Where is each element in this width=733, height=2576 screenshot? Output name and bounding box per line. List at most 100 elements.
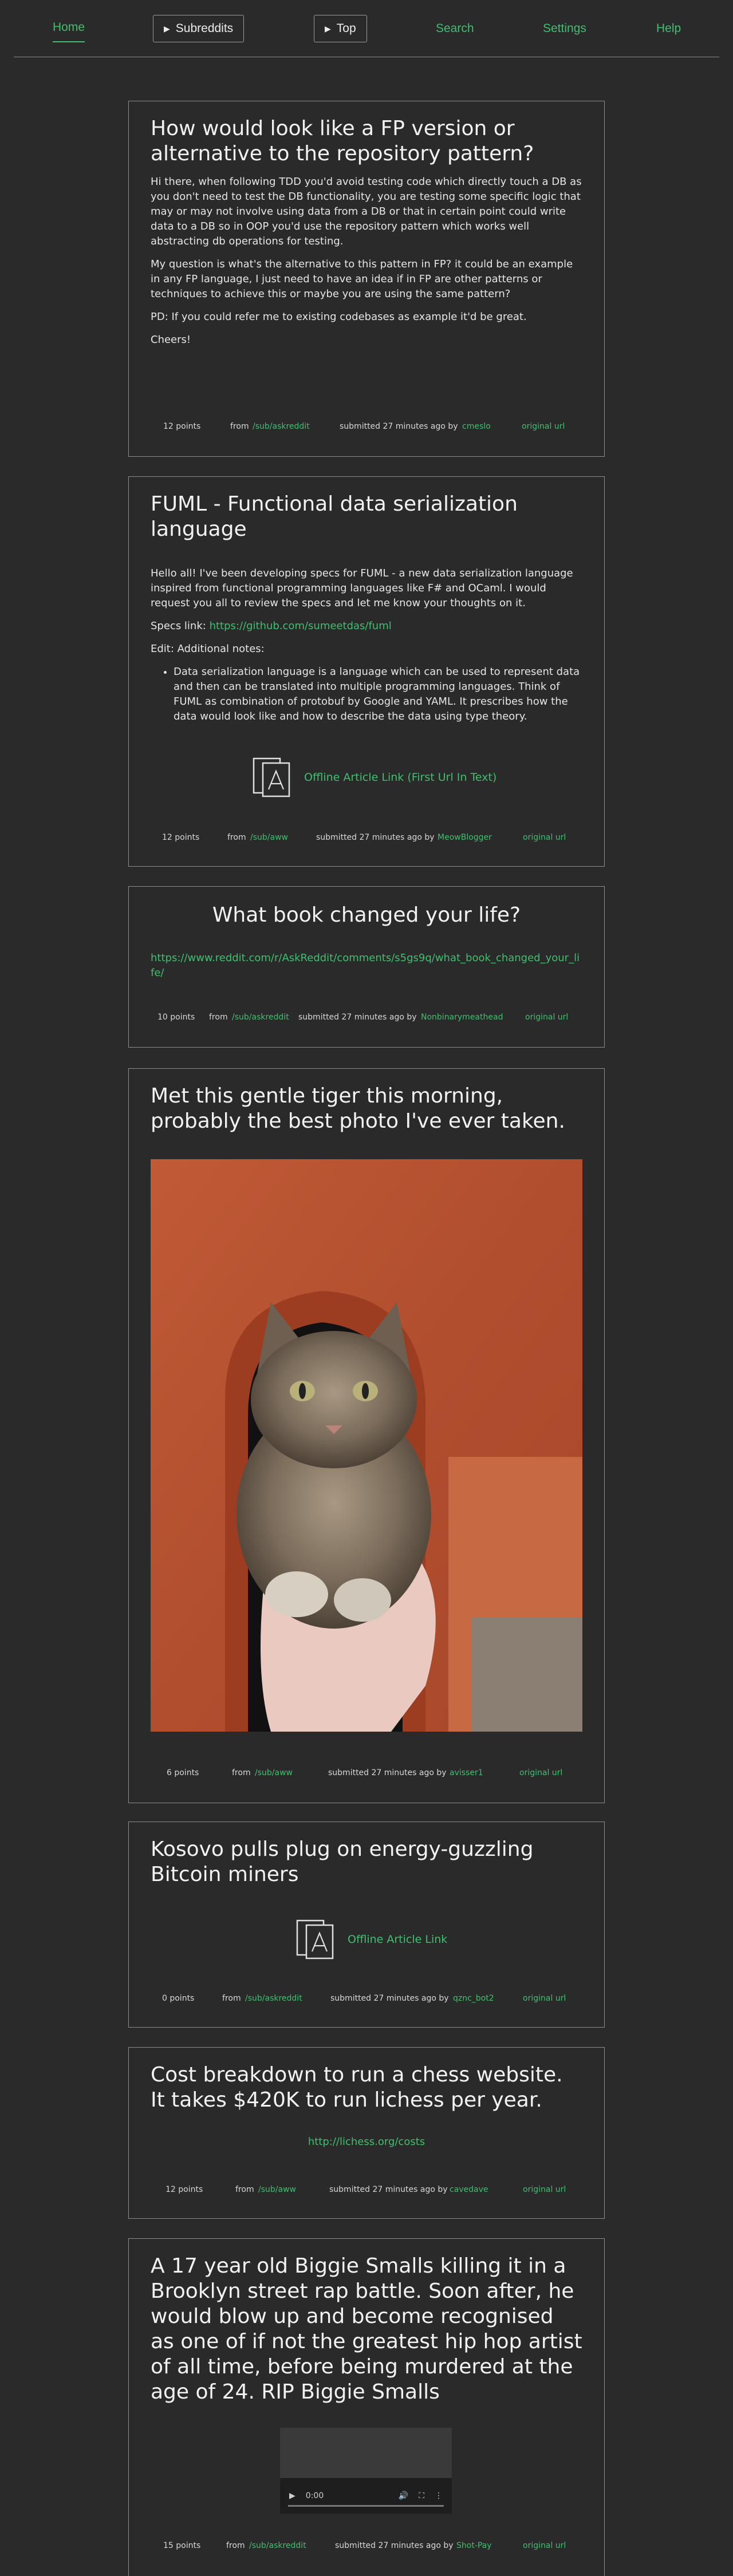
post-paragraph: Hi there, when following TDD you'd avoid… (151, 176, 582, 247)
post-footer: 0 points from /sub/askreddit submitted 2… (129, 1994, 604, 2005)
post-paragraph: PD: If you could refer me to existing co… (151, 311, 527, 323)
specs-label: Specs link: (151, 620, 206, 632)
more-options-icon[interactable]: ⋮ (435, 2491, 443, 2500)
post-card: Cost breakdown to run a chess website. I… (128, 2047, 605, 2219)
post-title[interactable]: How would look like a FP version or alte… (151, 116, 582, 167)
video-player[interactable]: ▶ 0:00 🔊 ⛶ ⋮ (280, 2428, 452, 2514)
post-points: 12 points (165, 2185, 203, 2194)
subreddit-link[interactable]: /sub/askreddit (245, 1994, 302, 2003)
post-paragraph: My question is what's the alternative to… (151, 258, 573, 300)
post-footer: 12 points from /sub/aww submitted 27 min… (129, 2185, 604, 2196)
post-card: Kosovo pulls plug on energy-guzzling Bit… (128, 1822, 605, 2028)
pdf-file-icon (253, 757, 290, 797)
top-nav: Home ▶ Subreddits ▶ Top Search Settings … (0, 0, 733, 57)
post-points: 12 points (162, 833, 200, 842)
specs-line: Specs link: https://github.com/sumeetdas… (151, 619, 582, 634)
submitted-label: submitted 27 minutes ago by (335, 2541, 454, 2550)
from-label: from (226, 2541, 245, 2550)
author-link[interactable]: cmeslo (462, 422, 491, 431)
post-title[interactable]: FUML - Functional data serialization lan… (151, 492, 582, 542)
subreddit-link[interactable]: /sub/aww (255, 1768, 293, 1777)
post-points: 0 points (162, 1994, 195, 2003)
kitten-photo (151, 1159, 582, 1732)
nav-help-link[interactable]: Help (656, 14, 681, 44)
post-body: Hello all! I've been developing specs fo… (151, 566, 582, 728)
video-time: 0:00 (305, 2491, 324, 2500)
specs-link[interactable]: https://github.com/sumeetdas/fuml (210, 620, 392, 632)
submitted-label: submitted 27 minutes ago by (330, 1994, 449, 2003)
play-icon[interactable]: ▶ (289, 2491, 295, 2500)
post-card: What book changed your life? https://www… (128, 886, 605, 1048)
post-title[interactable]: Cost breakdown to run a chess website. I… (151, 2063, 582, 2113)
author-link[interactable]: Shot-Pay (456, 2541, 492, 2550)
offline-article-label: Offline Article Link (First Url In Text) (304, 771, 497, 784)
post-title[interactable]: A 17 year old Biggie Smalls killing it i… (151, 2254, 582, 2405)
original-url-link[interactable]: original url (523, 833, 566, 842)
subreddit-link[interactable]: /sub/askreddit (249, 2541, 306, 2550)
post-body: Hi there, when following TDD you'd avoid… (151, 175, 582, 355)
post-card: FUML - Functional data serialization lan… (128, 476, 605, 867)
submitted-label: submitted 27 minutes ago by (298, 1013, 417, 1022)
author-link[interactable]: avisser1 (450, 1768, 483, 1777)
post-card: A 17 year old Biggie Smalls killing it i… (128, 2238, 605, 2576)
subreddits-dropdown-button[interactable]: ▶ Subreddits (153, 15, 245, 42)
post-paragraph: Hello all! I've been developing specs fo… (151, 567, 573, 609)
notes-list: Data serialization language is a languag… (151, 665, 582, 724)
author-link[interactable]: cavedave (450, 2185, 488, 2194)
author-link[interactable]: Nonbinarymeathead (421, 1013, 503, 1022)
original-url-link[interactable]: original url (525, 1013, 568, 1022)
post-paragraph: Cheers! (151, 334, 191, 346)
list-item: Data serialization language is a languag… (174, 665, 582, 724)
subreddit-link[interactable]: /sub/askreddit (253, 422, 310, 431)
post-title[interactable]: What book changed your life? (151, 903, 582, 928)
post-points: 12 points (163, 422, 201, 431)
original-url-link[interactable]: original url (522, 422, 565, 431)
from-label: from (222, 1994, 241, 2003)
nav-settings-link[interactable]: Settings (543, 14, 586, 44)
caret-right-icon: ▶ (164, 23, 170, 33)
original-url-link[interactable]: original url (519, 1768, 562, 1777)
post-link[interactable]: https://www.reddit.com/r/AskReddit/comme… (151, 951, 582, 981)
top-dropdown-button[interactable]: ▶ Top (314, 15, 367, 42)
submitted-label: submitted 27 minutes ago by (329, 2185, 448, 2194)
post-footer: 12 points from /sub/aww submitted 27 min… (129, 833, 604, 844)
caret-right-icon: ▶ (325, 23, 331, 33)
from-label: from (230, 422, 249, 431)
submitted-label: submitted 27 minutes ago by (316, 833, 435, 842)
nav-home-link[interactable]: Home (53, 14, 85, 42)
from-label: from (235, 2185, 254, 2194)
post-footer: 12 points from /sub/askreddit submitted … (129, 422, 604, 433)
offline-article-link[interactable]: Offline Article Link (First Url In Text) (251, 756, 496, 799)
author-link[interactable]: MeowBlogger (438, 833, 492, 842)
original-url-link[interactable]: original url (523, 2541, 566, 2550)
subreddit-link[interactable]: /sub/aww (258, 2185, 296, 2194)
subreddit-link[interactable]: /sub/askreddit (232, 1013, 289, 1022)
volume-icon[interactable]: 🔊 (399, 2491, 408, 2500)
post-title[interactable]: Met this gentle tiger this morning, prob… (151, 1084, 582, 1134)
post-points: 10 points (157, 1013, 195, 1022)
top-label: Top (336, 22, 356, 35)
fullscreen-icon[interactable]: ⛶ (419, 2491, 424, 2500)
post-image[interactable] (151, 1159, 582, 1732)
offline-article-link[interactable]: Offline Article Link (295, 1918, 447, 1961)
post-footer: 15 points from /sub/askreddit submitted … (129, 2541, 604, 2553)
offline-article-label: Offline Article Link (348, 1933, 448, 1946)
original-url-link[interactable]: original url (523, 1994, 566, 2003)
post-title[interactable]: Kosovo pulls plug on energy-guzzling Bit… (151, 1837, 582, 1887)
post-card: How would look like a FP version or alte… (128, 101, 605, 457)
post-points: 15 points (163, 2541, 201, 2550)
post-footer: 6 points from /sub/aww submitted 27 minu… (129, 1768, 604, 1780)
nav-search-link[interactable]: Search (436, 14, 474, 44)
submitted-label: submitted 27 minutes ago by (340, 422, 458, 431)
subreddit-link[interactable]: /sub/aww (250, 833, 288, 842)
video-controls: ▶ 0:00 🔊 ⛶ ⋮ (280, 2478, 452, 2514)
author-link[interactable]: qznc_bot2 (453, 1994, 494, 2003)
from-label: from (209, 1013, 228, 1022)
post-card: Met this gentle tiger this morning, prob… (128, 1068, 605, 1803)
original-url-link[interactable]: original url (523, 2185, 566, 2194)
video-progress-bar[interactable] (288, 2505, 444, 2507)
pdf-file-icon (296, 1919, 334, 1959)
post-link[interactable]: http://lichess.org/costs (151, 2135, 582, 2150)
from-label: from (232, 1768, 251, 1777)
subreddits-label: Subreddits (175, 22, 234, 35)
